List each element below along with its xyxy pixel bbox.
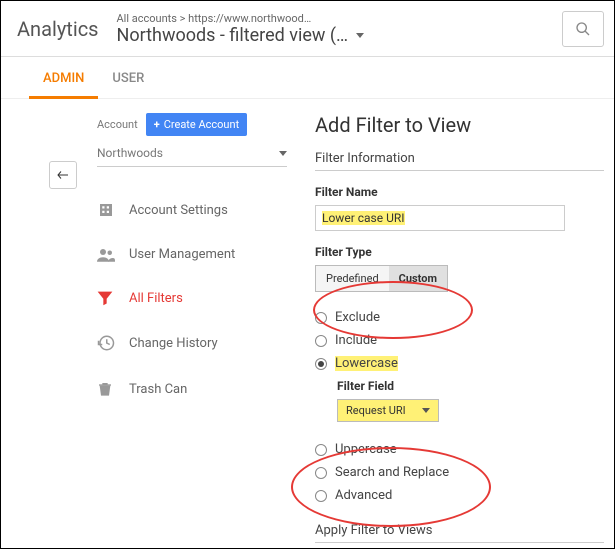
history-icon: [97, 334, 117, 352]
plus-icon: +: [154, 118, 160, 131]
chevron-down-icon: [422, 408, 430, 413]
sidebar-item-label: User Management: [129, 247, 235, 262]
building-icon: [97, 201, 117, 219]
radio-label: Lowercase: [335, 356, 398, 371]
sidebar-item-label: Change History: [129, 336, 218, 351]
filter-type-predefined[interactable]: Predefined: [316, 266, 389, 291]
radio-uppercase[interactable]: Uppercase: [315, 442, 604, 457]
chevron-down-icon: [356, 33, 364, 38]
sidebar-item-trash-can[interactable]: Trash Can: [97, 366, 291, 412]
back-arrow-icon: [56, 169, 70, 181]
create-account-label: Create Account: [164, 118, 239, 131]
tab-user[interactable]: USER: [98, 59, 158, 98]
create-account-button[interactable]: + Create Account: [146, 113, 247, 136]
radio-label: Include: [335, 333, 377, 348]
sidebar-item-user-management[interactable]: User Management: [97, 233, 291, 276]
radio-label: Exclude: [335, 310, 380, 325]
sidebar-item-label: Account Settings: [129, 203, 228, 218]
sidebar-item-label: Trash Can: [129, 382, 187, 397]
chevron-down-icon: [279, 151, 287, 156]
search-icon: [575, 21, 591, 37]
sidebar-item-label: All Filters: [129, 291, 183, 306]
radio-icon: [315, 444, 327, 456]
radio-label: Advanced: [335, 488, 392, 503]
tab-admin[interactable]: ADMIN: [29, 59, 98, 98]
radio-lowercase[interactable]: Lowercase: [315, 356, 604, 371]
radio-search-replace[interactable]: Search and Replace: [315, 465, 604, 480]
filter-type-label: Filter Type: [315, 245, 604, 259]
view-name: Northwoods - filtered view (…: [117, 25, 349, 46]
breadcrumb: All accounts > https://www.northwood…: [117, 12, 545, 25]
filter-field-value: Request URI: [346, 404, 406, 417]
trash-icon: [97, 380, 117, 398]
sidebar-item-all-filters[interactable]: All Filters: [97, 276, 291, 320]
users-icon: [97, 248, 117, 262]
sidebar-item-change-history[interactable]: Change History: [97, 320, 291, 366]
search-button[interactable]: [562, 11, 604, 47]
filter-name-label: Filter Name: [315, 185, 604, 199]
radio-icon: [315, 467, 327, 479]
analytics-logo: Analytics: [17, 17, 99, 41]
filter-name-input[interactable]: Lower case URI: [315, 205, 565, 231]
filter-name-value: Lower case URI: [322, 211, 405, 225]
account-label: Account: [97, 118, 138, 131]
account-picker[interactable]: All accounts > https://www.northwood… No…: [117, 12, 545, 46]
account-select[interactable]: Northwoods: [97, 146, 287, 167]
radio-icon: [315, 490, 327, 502]
page-title: Add Filter to View: [315, 113, 604, 137]
account-selected: Northwoods: [97, 146, 163, 160]
radio-include[interactable]: Include: [315, 333, 604, 348]
filter-icon: [97, 290, 117, 306]
filter-field-label: Filter Field: [337, 379, 604, 393]
radio-advanced[interactable]: Advanced: [315, 488, 604, 503]
radio-icon: [315, 335, 327, 347]
radio-label: Uppercase: [335, 442, 397, 457]
filter-type-custom[interactable]: Custom: [389, 266, 447, 291]
section-filter-information: Filter Information: [315, 151, 604, 171]
filter-field-select[interactable]: Request URI: [337, 399, 439, 422]
radio-icon: [315, 358, 327, 370]
radio-exclude[interactable]: Exclude: [315, 310, 604, 325]
sidebar-item-account-settings[interactable]: Account Settings: [97, 187, 291, 233]
back-button[interactable]: [49, 161, 77, 189]
section-apply-filter: Apply Filter to Views: [315, 523, 604, 543]
radio-label: Search and Replace: [335, 465, 449, 480]
radio-icon: [315, 312, 327, 324]
